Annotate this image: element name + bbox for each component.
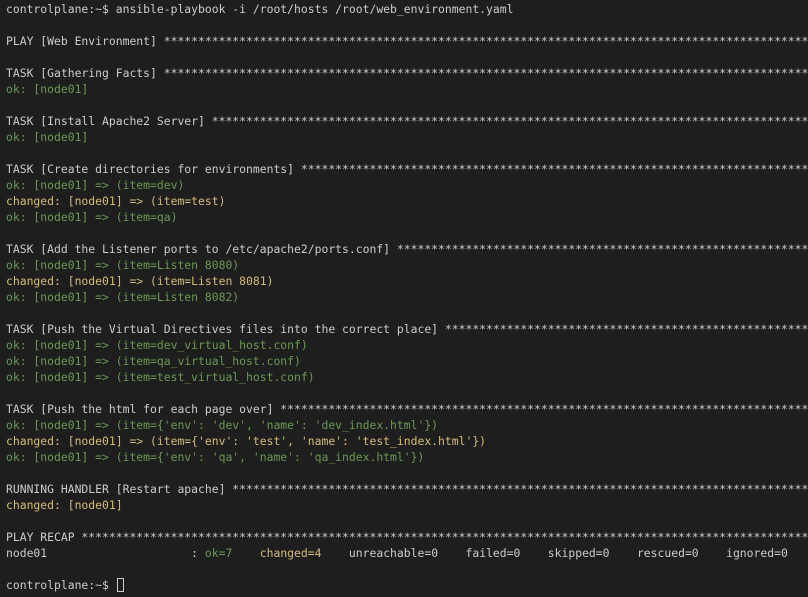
task-header: TASK [Install Apache2 Server] **********…	[6, 114, 808, 128]
task-header: RUNNING HANDLER [Restart apache] *******…	[6, 482, 808, 496]
recap-line: node01 : ok=7 changed=4 unreachable=0 fa…	[6, 545, 808, 561]
task-header: TASK [Push the Virtual Directives files …	[6, 322, 808, 336]
prompt-text: controlplane:~$	[6, 578, 116, 592]
cursor-block	[116, 578, 124, 592]
ok-result-line: ok: [node01] => (item=dev_virtual_host.c…	[6, 338, 308, 352]
task-header: TASK [Push the html for each page over] …	[6, 402, 808, 416]
recap-ok: ok=7	[204, 546, 233, 560]
changed-result-line: changed: [node01] => (item={'env': 'test…	[6, 434, 487, 448]
ok-result-line: ok: [node01] => (item=Listen 8080)	[6, 258, 240, 272]
playbook-output: PLAY [Web Environment] *****************…	[6, 17, 808, 545]
task-header: TASK [Create directories for environment…	[6, 162, 808, 176]
ok-result-line: ok: [node01] => (item={'env': 'qa', 'nam…	[6, 450, 425, 464]
task-header: TASK [Gathering Facts] *****************…	[6, 66, 808, 80]
ok-result-line: ok: [node01] => (item=Listen 8082)	[6, 290, 240, 304]
changed-result-line: changed: [node01]	[6, 498, 123, 512]
ok-result-line: ok: [node01] => (item={'env': 'dev', 'na…	[6, 418, 439, 432]
terminal-window[interactable]: controlplane:~$ ansible-playbook -i /roo…	[0, 0, 808, 597]
prompt-line[interactable]: controlplane:~$	[6, 577, 808, 593]
recap-host: node01 :	[6, 546, 205, 560]
recap-changed: changed=4	[259, 546, 322, 560]
task-header: PLAY [Web Environment] *****************…	[6, 34, 808, 48]
ok-result-line: ok: [node01] => (item=test_virtual_host.…	[6, 370, 315, 384]
task-header: TASK [Add the Listener ports to /etc/apa…	[6, 242, 808, 256]
ok-result-line: ok: [node01]	[6, 82, 89, 96]
ok-result-line: ok: [node01] => (item=dev)	[6, 178, 185, 192]
recap-rest: unreachable=0 failed=0 skipped=0 rescued…	[321, 546, 788, 560]
ok-result-line: ok: [node01]	[6, 130, 89, 144]
changed-result-line: changed: [node01] => (item=Listen 8081)	[6, 274, 274, 288]
ok-result-line: ok: [node01] => (item=qa_virtual_host.co…	[6, 354, 301, 368]
command-line: controlplane:~$ ansible-playbook -i /roo…	[6, 2, 514, 16]
ok-result-line: ok: [node01] => (item=qa)	[6, 210, 178, 224]
task-header: PLAY RECAP *****************************…	[6, 530, 808, 544]
recap-gap	[232, 546, 259, 560]
changed-result-line: changed: [node01] => (item=test)	[6, 194, 226, 208]
